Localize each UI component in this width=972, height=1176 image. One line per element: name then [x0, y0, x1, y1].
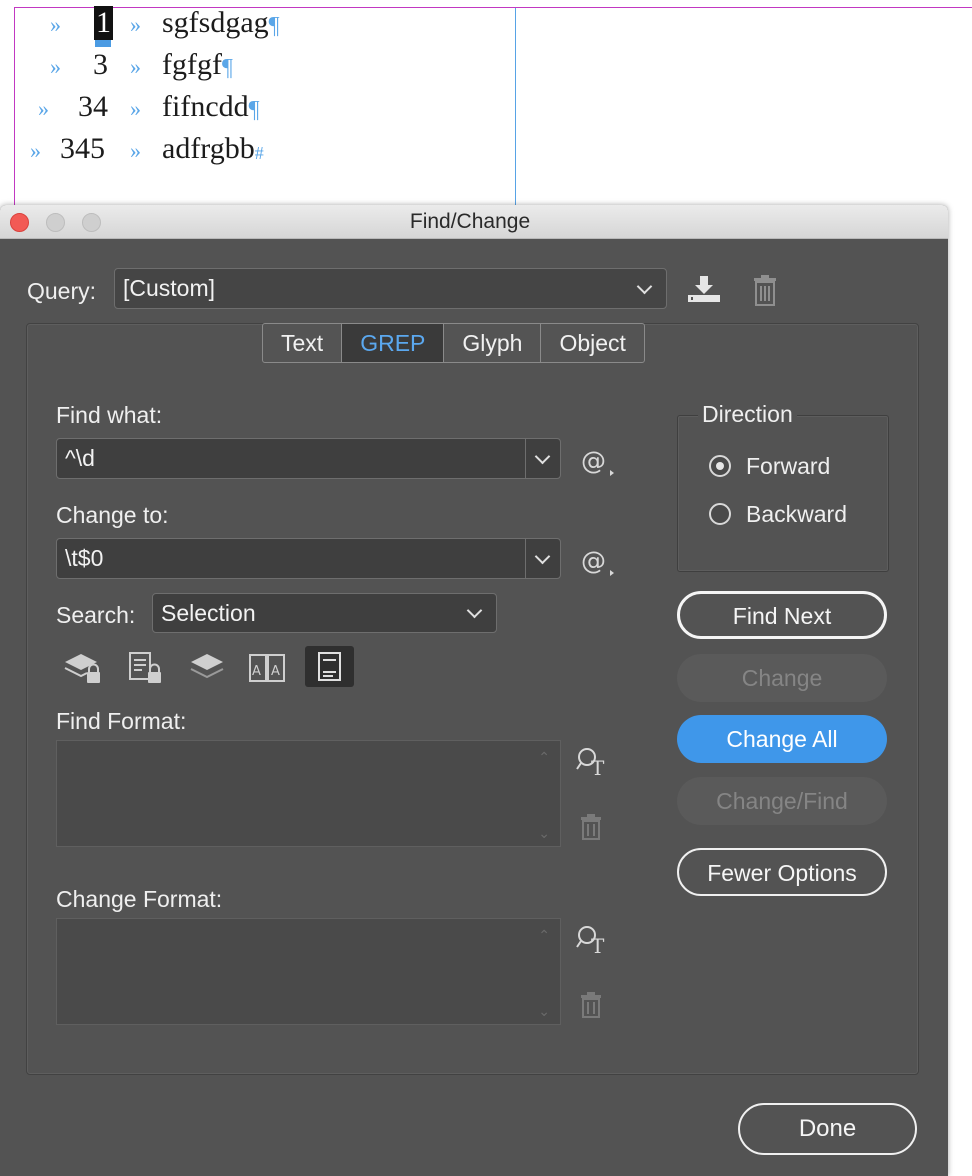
scroll-up-icon[interactable]: ⌃: [538, 749, 550, 766]
fewer-options-button[interactable]: Fewer Options: [677, 848, 887, 896]
tab-text[interactable]: Text: [263, 324, 343, 362]
forward-label[interactable]: Forward: [746, 453, 830, 480]
change-to-field[interactable]: \t$0: [56, 538, 561, 579]
svg-text:A: A: [271, 664, 280, 679]
direction-group: [677, 415, 889, 572]
svg-text:A: A: [252, 664, 261, 679]
change-format-label: Change Format:: [56, 886, 223, 912]
tab-marker: »: [38, 96, 49, 121]
find-what-label: Find what:: [56, 402, 163, 428]
svg-text:T: T: [591, 756, 605, 778]
delete-query-icon[interactable]: [752, 273, 778, 307]
line-text-content: fifncdd: [162, 90, 249, 123]
scroll-down-icon[interactable]: ⌄: [538, 1003, 550, 1020]
tab-grep[interactable]: GREP: [342, 324, 445, 362]
svg-text:@: @: [581, 546, 606, 575]
tab-marker: »: [130, 54, 141, 79]
query-label: Query:: [27, 278, 97, 304]
selection-handle[interactable]: [95, 40, 111, 47]
tab-marker: »: [130, 96, 141, 121]
line-number: 34: [78, 90, 108, 123]
scroll-down-icon[interactable]: ⌄: [538, 825, 550, 842]
specify-change-format-icon[interactable]: T: [576, 924, 610, 958]
change-find-button[interactable]: Change/Find: [677, 777, 887, 825]
line-number: 345: [60, 132, 105, 165]
done-button[interactable]: Done: [738, 1103, 917, 1155]
tab-marker: »: [30, 138, 41, 163]
change-to-label: Change to:: [56, 502, 169, 528]
line-text[interactable]: fifncdd¶: [162, 90, 260, 124]
find-what-field[interactable]: ^\d: [56, 438, 561, 479]
line-text-content: fgfgf: [162, 48, 222, 81]
forward-radio[interactable]: [709, 455, 731, 477]
chevron-down-icon: [534, 448, 551, 465]
include-locked-stories-icon[interactable]: [126, 650, 166, 686]
tab-glyph[interactable]: Glyph: [444, 324, 542, 362]
line-text[interactable]: adfrgbb#: [162, 132, 264, 166]
tab-marker: »: [50, 54, 61, 79]
find-what-history-button[interactable]: [525, 439, 560, 478]
dialog-title: Find/Change: [409, 210, 531, 233]
dialog-titlebar[interactable]: Find/Change: [0, 205, 948, 239]
save-query-icon[interactable]: [686, 273, 722, 305]
find-format-label: Find Format:: [56, 708, 187, 734]
change-to-value: \t$0: [65, 545, 104, 571]
special-characters-icon[interactable]: @: [580, 544, 616, 578]
pilcrow-mark: ¶: [248, 97, 260, 123]
search-scope-value: Selection: [161, 600, 256, 626]
tab-marker: »: [130, 12, 141, 37]
clear-find-format-icon[interactable]: [580, 814, 602, 840]
direction-label: Direction: [698, 401, 797, 428]
backward-label[interactable]: Backward: [746, 501, 847, 528]
find-format-box[interactable]: ⌃ ⌄: [56, 740, 561, 847]
include-footnotes-icon[interactable]: [305, 646, 354, 687]
search-scope-dropdown[interactable]: Selection: [152, 593, 497, 633]
clear-change-format-icon[interactable]: [580, 992, 602, 1018]
find-change-dialog: Find/Change Query: [Custom] Text GREP Gl…: [0, 205, 948, 1176]
line-text[interactable]: fgfgf¶: [162, 48, 233, 82]
pilcrow-mark: ¶: [221, 55, 233, 81]
query-value: [Custom]: [123, 275, 216, 301]
tab-object[interactable]: Object: [541, 324, 643, 362]
margin-guide: [515, 7, 972, 8]
svg-text:T: T: [591, 934, 605, 956]
chevron-down-icon: [534, 548, 551, 565]
backward-radio[interactable]: [709, 503, 731, 525]
change-all-button[interactable]: Change All: [677, 715, 887, 763]
change-format-box[interactable]: ⌃ ⌄: [56, 918, 561, 1025]
special-characters-icon[interactable]: @: [580, 444, 616, 478]
change-button[interactable]: Change: [677, 654, 887, 702]
scroll-up-icon[interactable]: ⌃: [538, 927, 550, 944]
find-what-value: ^\d: [65, 445, 95, 471]
pilcrow-mark: ¶: [268, 13, 280, 39]
selected-line-number[interactable]: 1: [94, 6, 113, 40]
line-text-content: sgfsdgag: [162, 6, 269, 39]
include-master-pages-icon[interactable]: AA: [247, 650, 287, 686]
find-next-button[interactable]: Find Next: [677, 591, 887, 639]
line-text[interactable]: sgfsdgag¶: [162, 6, 280, 40]
specify-find-format-icon[interactable]: T: [576, 746, 610, 780]
include-locked-layers-icon[interactable]: [63, 650, 103, 686]
line-text-content: adfrgbb: [162, 132, 255, 165]
tab-marker: »: [50, 12, 61, 37]
include-hidden-layers-icon[interactable]: [187, 650, 227, 686]
tab-marker: »: [130, 138, 141, 163]
svg-text:@: @: [581, 446, 606, 475]
change-to-history-button[interactable]: [525, 539, 560, 578]
mode-tabs: Text GREP Glyph Object: [262, 323, 645, 363]
search-label: Search:: [56, 602, 136, 628]
end-of-story-mark: #: [254, 143, 264, 163]
query-dropdown[interactable]: [Custom]: [114, 268, 667, 309]
line-number: 3: [93, 48, 108, 81]
column-guide: [515, 7, 516, 207]
